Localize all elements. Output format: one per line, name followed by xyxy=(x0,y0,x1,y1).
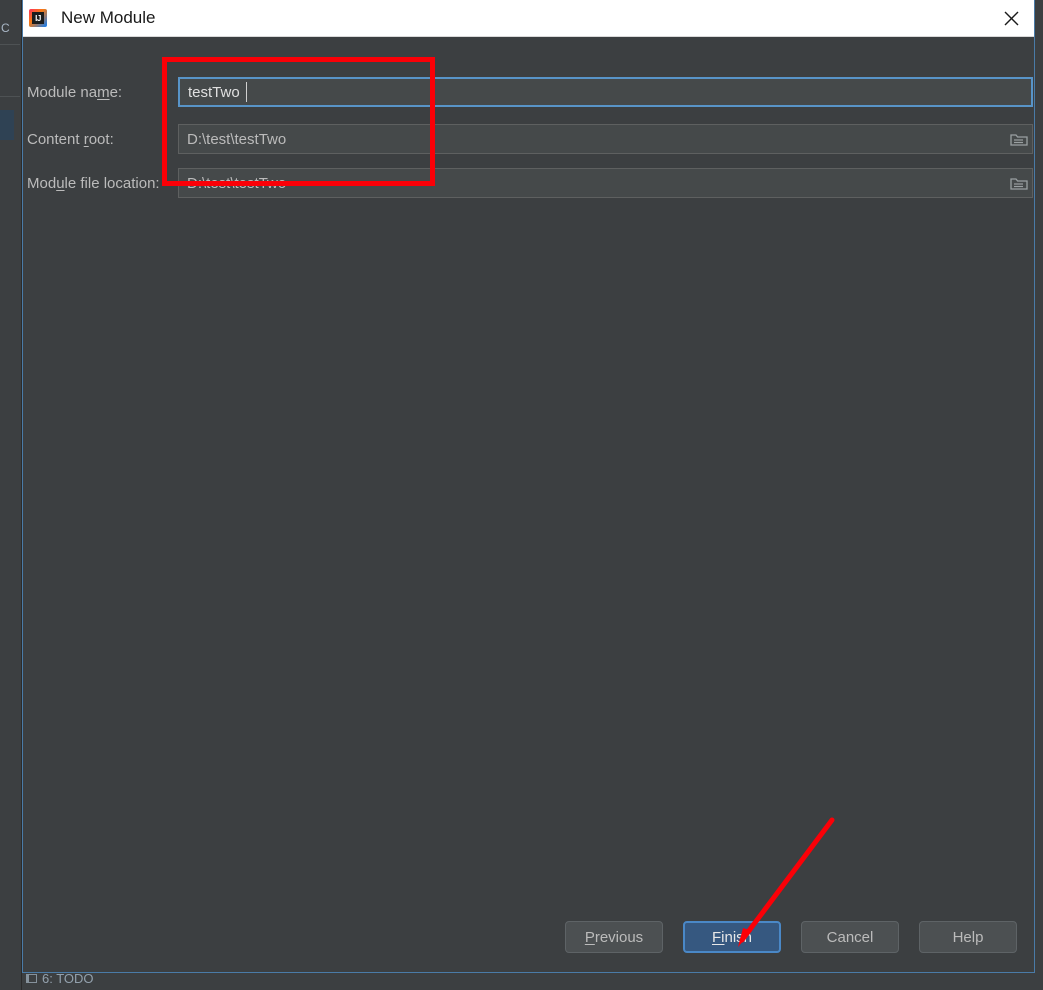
button-label: Cancel xyxy=(826,928,874,946)
form-row-content-root: Content root: xyxy=(23,124,1034,154)
help-button[interactable]: Help xyxy=(919,921,1017,953)
button-text-after: revious xyxy=(594,928,644,946)
close-icon xyxy=(1004,11,1018,25)
todo-icon xyxy=(26,973,37,983)
text-caret xyxy=(246,82,247,102)
ide-left-toolwindow-strip: C xyxy=(0,0,22,990)
button-text-after: nish xyxy=(724,928,753,946)
dialog-body: Module name: Content root: xyxy=(23,37,1034,972)
dialog-title: New Module xyxy=(61,8,156,27)
dialog-footer: Previous Fi nish Cancel Help xyxy=(23,902,1034,972)
cancel-button[interactable]: Cancel xyxy=(801,921,899,953)
ide-left-selected-item[interactable] xyxy=(0,110,14,140)
field-wrap-content-root xyxy=(178,124,1033,154)
label-mnemonic: m xyxy=(97,83,110,101)
intellij-idea-icon: IJ xyxy=(29,9,47,27)
label-text-before: Module na xyxy=(27,83,98,101)
content-root-input[interactable] xyxy=(178,124,1033,154)
label-mnemonic: u xyxy=(56,174,65,192)
form-row-module-name: Module name: xyxy=(23,77,1034,107)
content-root-browse-button[interactable] xyxy=(1008,129,1030,149)
label-text-before: Content xyxy=(27,130,84,148)
label-text-after: oot: xyxy=(88,130,114,148)
close-button[interactable] xyxy=(988,0,1034,36)
ide-left-strip-label: C xyxy=(1,22,10,34)
new-module-dialog: IJ New Module Module name: Content root: xyxy=(22,0,1035,973)
folder-icon xyxy=(1010,177,1028,190)
form-row-module-file-location: Module file location: xyxy=(23,168,1034,198)
field-wrap-module-file-location xyxy=(178,168,1033,198)
folder-icon xyxy=(1010,133,1028,146)
strip-divider xyxy=(0,44,20,45)
label-module-name: Module name: xyxy=(23,84,178,101)
dialog-titlebar: IJ New Module xyxy=(23,0,1034,37)
ide-right-toolwindow-strip xyxy=(1034,0,1043,990)
module-name-input[interactable] xyxy=(178,77,1033,107)
button-mnemonic: P xyxy=(584,928,595,946)
label-text-before: Mod xyxy=(27,174,57,192)
app-icon-letters: IJ xyxy=(35,13,41,23)
module-file-location-browse-button[interactable] xyxy=(1008,173,1030,193)
previous-button[interactable]: Previous xyxy=(565,921,663,953)
button-label: Help xyxy=(952,928,984,946)
field-wrap-module-name xyxy=(178,77,1033,107)
label-text-after: e: xyxy=(109,83,123,101)
label-module-file-location: Module file location: xyxy=(23,175,178,192)
button-mnemonic: Fi xyxy=(711,928,725,946)
module-file-location-input[interactable] xyxy=(178,168,1033,198)
strip-divider xyxy=(0,96,20,97)
label-content-root: Content root: xyxy=(23,131,178,148)
finish-button[interactable]: Fi nish xyxy=(683,921,781,953)
label-text-after: le file location: xyxy=(64,174,160,192)
